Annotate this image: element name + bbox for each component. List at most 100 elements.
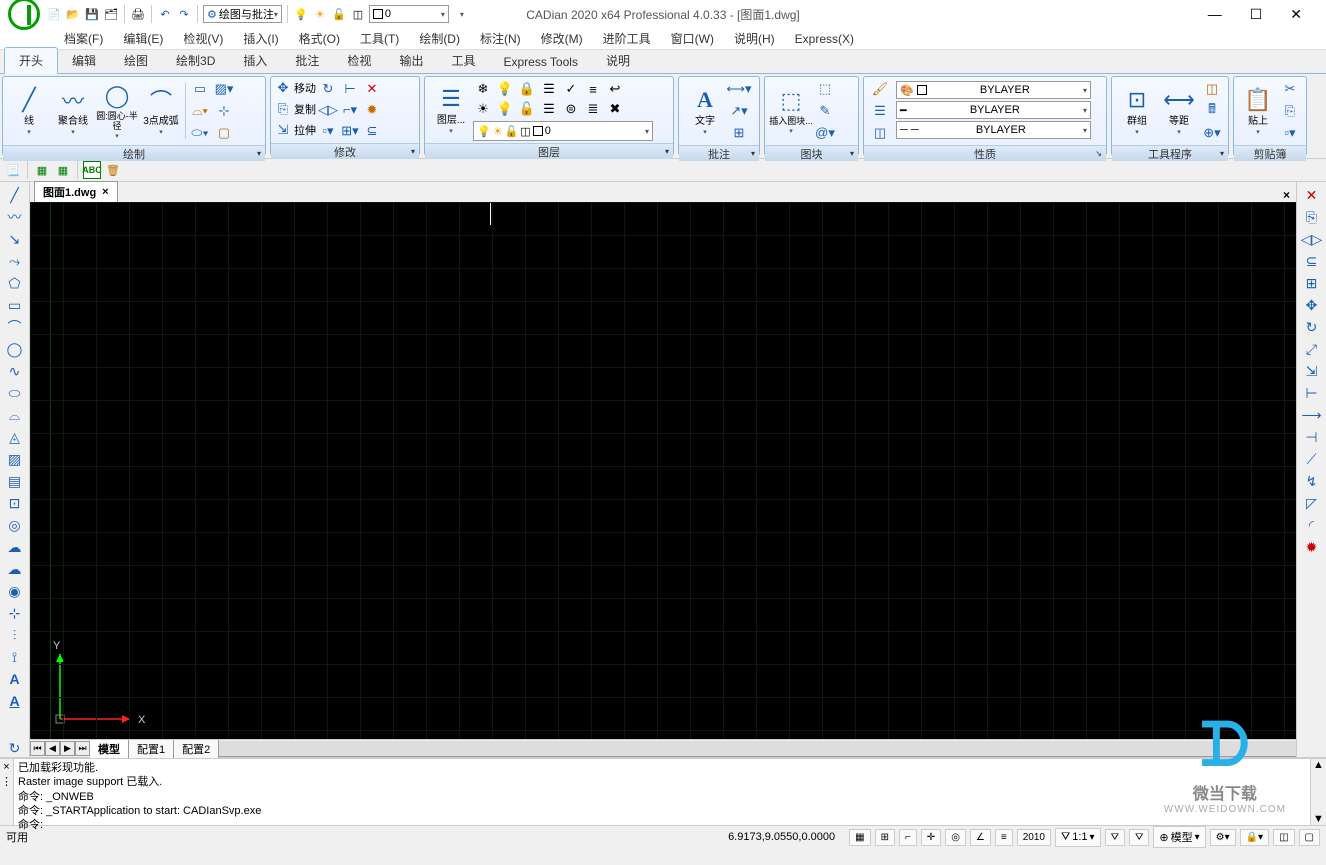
move2-icon[interactable]: ✥ — [1303, 296, 1321, 314]
expand-icon[interactable]: ▾ — [257, 149, 261, 158]
ellipse-arc-icon[interactable]: ⌓▾ — [190, 101, 210, 121]
app-menu-button[interactable] — [4, 0, 44, 34]
wipeout-icon[interactable]: ◎ — [6, 516, 24, 534]
status-osnap[interactable]: ◎ — [945, 829, 966, 846]
layer-delete-icon[interactable]: ✖ — [605, 99, 625, 119]
quick-select-icon[interactable]: ⊕▾ — [1202, 123, 1222, 143]
hatch2-icon[interactable]: ▨ — [6, 450, 24, 468]
layer-lock-icon[interactable]: 🔒 — [517, 79, 537, 99]
fillet-icon[interactable]: ⌐▾ — [340, 100, 360, 120]
explode2-icon[interactable]: ✹ — [1303, 538, 1321, 556]
status-snap[interactable]: ▦ — [849, 829, 870, 846]
donut-icon[interactable]: ◉ — [6, 582, 24, 600]
expand-icon[interactable]: ▾ — [665, 147, 669, 156]
status-clean-icon[interactable]: ▢ — [1299, 829, 1320, 846]
layout-tab-model[interactable]: 模型 — [90, 740, 129, 758]
tab-help[interactable]: 说明 — [592, 48, 644, 73]
rotate2-icon[interactable]: ↻ — [1303, 318, 1321, 336]
layer-on-icon[interactable]: 💡 — [495, 99, 515, 119]
drawing-canvas[interactable]: /*placeholder*/ X Y — [30, 202, 1296, 739]
menu-format[interactable]: 格式(O) — [295, 28, 344, 49]
match-prop-icon[interactable]: 🖌 — [870, 79, 890, 99]
boundary-icon[interactable]: ◬ — [6, 428, 24, 446]
refresh-icon[interactable]: ↻ — [6, 739, 24, 757]
menu-help[interactable]: 说明(H) — [730, 28, 779, 49]
status-polar[interactable]: ✛ — [921, 829, 941, 846]
arc-icon[interactable]: ⌒ — [6, 318, 24, 336]
status-ws-icon[interactable]: ⚙▾ — [1210, 829, 1236, 846]
command-text[interactable]: 已加载彩现功能. Raster image support 已载入. 命令: _… — [14, 759, 1310, 825]
expand-icon[interactable]: ▾ — [1220, 149, 1224, 158]
new-icon[interactable]: 📄 — [46, 6, 62, 22]
insert-block-button[interactable]: ⬚插入图块... — [769, 81, 813, 141]
attribute-icon[interactable]: @▾ — [815, 123, 835, 143]
lineweight-dropdown[interactable]: ━BYLAYER▾ — [896, 101, 1091, 119]
open-icon[interactable]: 📂 — [65, 6, 81, 22]
join-icon[interactable]: ↯ — [1303, 472, 1321, 490]
extend-icon[interactable]: ⟶ — [1303, 406, 1321, 424]
calc-icon[interactable]: 🖩 — [1202, 101, 1222, 121]
new-sheet-icon[interactable]: 📃 — [4, 161, 22, 179]
color-dropdown[interactable]: 🎨BYLAYER▾ — [896, 81, 1091, 99]
scale2-icon[interactable]: ⤢ — [1303, 340, 1321, 358]
expand-icon[interactable]: ▾ — [751, 149, 755, 158]
menu-express[interactable]: Express(X) — [791, 30, 858, 48]
workspace-dropdown[interactable]: ⚙ 绘图与批注 ▾ — [203, 5, 282, 23]
overlay-icon[interactable]: ◫ — [350, 6, 366, 22]
status-annoauto[interactable]: ⛛ — [1129, 829, 1149, 846]
layer-current-icon[interactable]: ✓ — [561, 79, 581, 99]
close-button[interactable]: ✕ — [1290, 6, 1302, 23]
stretch-button[interactable]: ⇲拉伸 — [275, 121, 316, 139]
copy-clip-icon[interactable]: ⎘ — [1280, 101, 1300, 121]
polygon-icon[interactable]: ⬠ — [6, 274, 24, 292]
ellipse-arc-icon[interactable]: ⌓ — [6, 406, 24, 424]
polyline-button[interactable]: 〰聚合线 — [51, 81, 95, 141]
layer-freeze-icon[interactable]: ❄ — [473, 79, 493, 99]
layer-properties-button[interactable]: ☰图层... — [429, 80, 473, 140]
lock-icon[interactable]: 🔓 — [331, 6, 347, 22]
tab-draw3d[interactable]: 绘制3D — [162, 48, 229, 73]
region-icon[interactable]: ▢ — [214, 123, 234, 143]
excel-icon[interactable]: ▦ — [33, 161, 51, 179]
gradient-icon[interactable]: ▤ — [6, 472, 24, 490]
status-year[interactable]: 2010 — [1017, 829, 1051, 846]
move-button[interactable]: ✥移动 — [275, 79, 316, 97]
status-otrack[interactable]: ∠ — [970, 829, 991, 846]
ellipse-icon[interactable]: ⬭ — [6, 384, 24, 402]
tab-annotate[interactable]: 批注 — [281, 48, 333, 73]
layout-last-icon[interactable]: ⏭ — [75, 741, 90, 756]
divide-icon[interactable]: ⫶ — [6, 626, 24, 644]
xline-icon[interactable]: 〰 — [6, 208, 24, 226]
menu-window[interactable]: 窗口(W) — [667, 28, 718, 49]
trim-icon[interactable]: ⊢ — [340, 79, 360, 99]
status-lock-icon[interactable]: 🔒▾ — [1240, 829, 1269, 846]
group-button[interactable]: ⊡群组 — [1116, 81, 1158, 141]
tab-home[interactable]: 开头 — [4, 47, 58, 74]
layout-next-icon[interactable]: ▶ — [60, 741, 75, 756]
scale-icon[interactable]: ▫▾ — [318, 121, 338, 141]
prop-palette-icon[interactable]: ◫ — [870, 123, 890, 143]
copy2-icon[interactable]: ⎘ — [1303, 208, 1321, 226]
menu-edit[interactable]: 编辑(E) — [119, 28, 167, 49]
menu-modify[interactable]: 修改(M) — [537, 28, 587, 49]
status-hw-icon[interactable]: ◫ — [1273, 829, 1294, 846]
minimize-button[interactable]: — — [1208, 6, 1222, 23]
menu-tools[interactable]: 工具(T) — [356, 28, 403, 49]
layer-dropdown[interactable]: 💡 ☀ 🔓 ◫ 0 ▾ — [473, 121, 653, 141]
arc-button[interactable]: ⌒3点成弧 — [139, 81, 183, 141]
clip-options-icon[interactable]: ▫▾ — [1280, 123, 1300, 143]
region-icon[interactable]: ⊡ — [6, 494, 24, 512]
mirror2-icon[interactable]: ◁▷ — [1303, 230, 1321, 248]
list-icon[interactable]: ☰ — [870, 101, 890, 121]
paste-button[interactable]: 📋贴上 — [1238, 81, 1278, 141]
mirror-icon[interactable]: ◁▷ — [318, 100, 338, 120]
qat-layer-dropdown[interactable]: 0 ▾ — [369, 5, 449, 23]
bulb-icon[interactable]: 💡 — [293, 6, 309, 22]
layout-first-icon[interactable]: ⏮ — [30, 741, 45, 756]
explode-icon[interactable]: ✹ — [362, 100, 382, 120]
menu-insert[interactable]: 插入(I) — [239, 28, 282, 49]
leader-icon[interactable]: ↗▾ — [729, 101, 749, 121]
status-annoscale[interactable]: ⛛1:1▾ — [1055, 828, 1101, 847]
circle-icon[interactable]: ◯ — [6, 340, 24, 358]
chamfer-icon[interactable]: ◸ — [1303, 494, 1321, 512]
